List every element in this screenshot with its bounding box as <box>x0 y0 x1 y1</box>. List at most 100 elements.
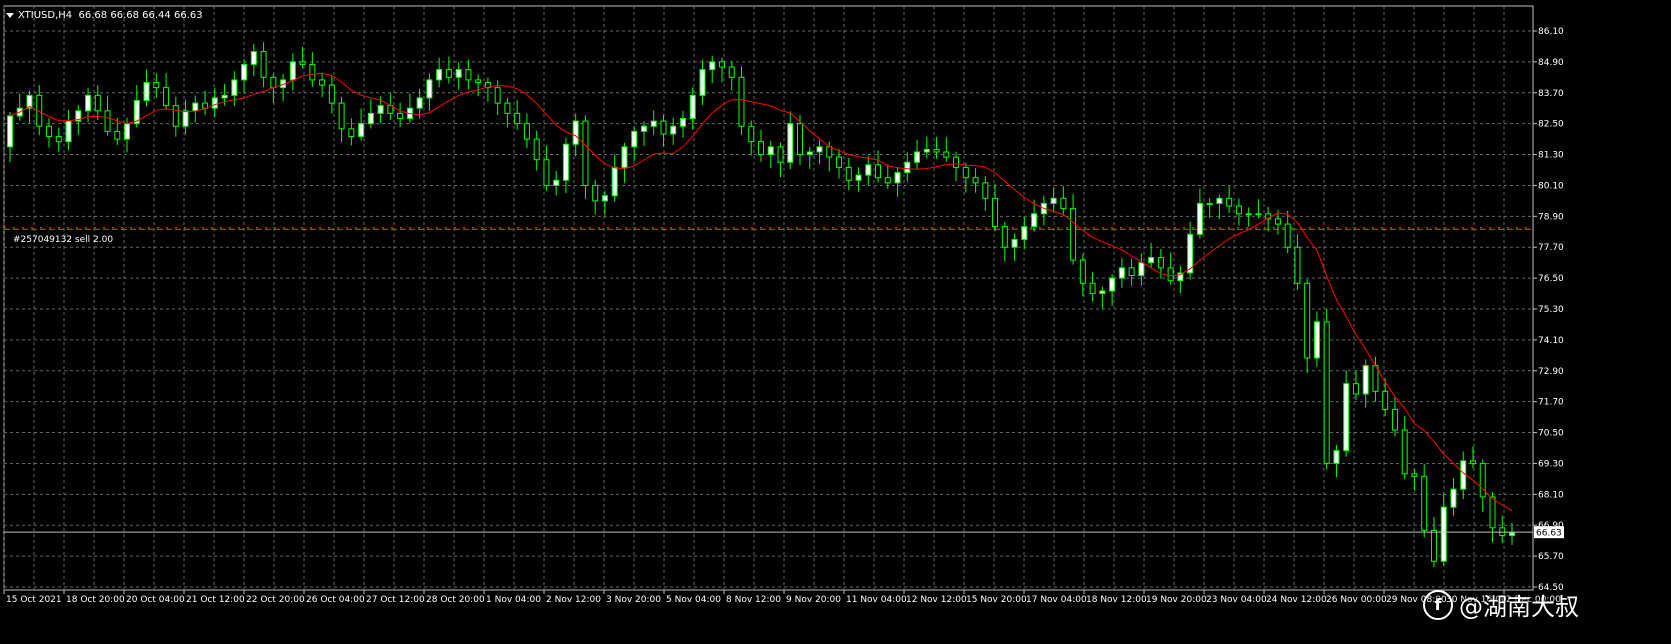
candle <box>367 98 374 129</box>
y-tick-label: 70.50 <box>1538 429 1564 439</box>
candle-body-bull <box>1148 257 1155 264</box>
candle <box>670 117 677 145</box>
candle-body-bear <box>845 166 852 181</box>
candle-body-bear <box>718 61 725 68</box>
candle-body-bull <box>650 120 657 127</box>
candle-body-bear <box>1070 208 1077 261</box>
candle-body-bull <box>865 164 872 176</box>
chart-area[interactable]: 66.63 86.10 84.90 83.70 82.50 81.30 80.10 78.9… <box>0 0 1671 644</box>
candle-body-bear <box>943 151 950 158</box>
candlestick-chart[interactable]: 66.63 86.1084.9083.7082.5081.3080.1078.9… <box>0 0 1671 644</box>
candle <box>640 121 647 146</box>
candle-body-bear <box>962 166 969 179</box>
candle-body-bear <box>1479 462 1486 498</box>
candle <box>1362 359 1369 408</box>
watermark: f @湖南大叔 <box>1423 587 1579 622</box>
candle <box>836 148 843 179</box>
x-tick-label: 2 Nov 12:00 <box>546 595 601 605</box>
candle-body-bear <box>884 177 891 184</box>
x-tick-label: 5 Nov 04:00 <box>666 595 721 605</box>
candle <box>16 93 23 121</box>
candle <box>338 96 345 142</box>
candle <box>943 137 950 162</box>
candle <box>758 129 764 162</box>
candle-body-bull <box>65 120 72 143</box>
candle-body-bear <box>533 138 540 161</box>
candle <box>55 127 62 152</box>
candle-body-bull <box>1216 197 1223 204</box>
candle <box>1079 253 1086 297</box>
candle <box>1050 187 1057 213</box>
candle-body-bull <box>1031 213 1038 228</box>
candle <box>504 97 511 128</box>
candle-body-bear <box>1411 473 1418 477</box>
candle <box>728 60 735 91</box>
candle <box>1216 194 1223 219</box>
candle-body-bull <box>426 79 433 99</box>
candle-body-bear <box>1469 460 1476 464</box>
order-label[interactable]: #257049132 sell 2.00 <box>13 235 113 245</box>
x-tick-label: 12 Nov 12:00 <box>906 595 967 605</box>
candle <box>114 118 121 146</box>
y-tick-label: 86.10 <box>1538 27 1564 37</box>
candle <box>289 53 296 91</box>
candle <box>1128 258 1135 286</box>
candle-body-bear <box>348 128 355 138</box>
candle-body-bear <box>1304 282 1311 359</box>
candle <box>348 118 355 146</box>
candle-body-bear <box>46 125 53 138</box>
candle <box>1450 478 1457 516</box>
y-tick-label: 71.70 <box>1538 398 1564 408</box>
x-tick-label: 18 Nov 12:00 <box>1086 595 1147 605</box>
candle-body-bull <box>923 148 930 153</box>
candle <box>211 87 218 118</box>
candle <box>65 109 72 150</box>
candle-body-bull <box>1450 488 1457 508</box>
x-tick-label: 24 Nov 12:00 <box>1266 595 1327 605</box>
dropdown-arrow-icon[interactable] <box>6 12 14 18</box>
candle <box>319 72 326 98</box>
candle-body-bear <box>309 63 316 81</box>
candle-body-bull <box>1460 460 1467 490</box>
candle-body-bear <box>1382 390 1389 410</box>
candle <box>514 100 521 130</box>
candle-body-bull <box>367 112 374 125</box>
candle <box>358 108 365 141</box>
candle-body-bull <box>241 63 248 81</box>
candle-body-bear <box>172 105 179 127</box>
candle-body-bull <box>631 130 638 148</box>
order-line[interactable] <box>4 227 1533 230</box>
candle <box>1089 271 1096 302</box>
candle <box>153 73 160 98</box>
candle-body-bear <box>1235 205 1242 215</box>
candle-body-bull <box>806 151 813 156</box>
candle <box>406 93 413 124</box>
candle-body-bear <box>660 120 667 135</box>
candle <box>1255 199 1262 219</box>
candle <box>582 115 589 199</box>
price-axis[interactable]: 86.10 84.90 83.70 82.50 81.30 80.10 78.90 77.70… <box>1533 27 1564 593</box>
candle-body-bull <box>377 105 384 114</box>
y-tick-label: 74.10 <box>1538 336 1564 346</box>
time-axis[interactable]: 15 Oct 2021 18 Oct 20:00 20 Oct 04:00 21 Oc… <box>3 590 1561 605</box>
candle <box>1440 492 1447 566</box>
candle <box>231 71 238 106</box>
candle-body-bear <box>836 156 843 168</box>
candle-body-bull <box>621 146 628 168</box>
candle-body-bull <box>1362 365 1369 395</box>
y-tick-label: 72.90 <box>1538 367 1564 377</box>
candle-body-bull <box>1050 197 1057 204</box>
candle <box>1460 451 1467 500</box>
candle-body-bull <box>1099 290 1106 295</box>
candle <box>1421 464 1428 538</box>
y-tick-label: 65.70 <box>1538 552 1564 562</box>
candle <box>982 175 989 211</box>
candle-body-bear <box>1157 257 1164 269</box>
candle-body-bear <box>953 156 960 168</box>
x-tick-label: 15 Nov 20:00 <box>966 595 1027 605</box>
candle <box>1469 446 1476 469</box>
candle <box>904 152 911 182</box>
candle <box>797 114 804 166</box>
candle <box>1060 186 1067 216</box>
symbol-header[interactable]: XTIUSD,H4 66.68 66.68 66.44 66.63 <box>6 10 203 21</box>
